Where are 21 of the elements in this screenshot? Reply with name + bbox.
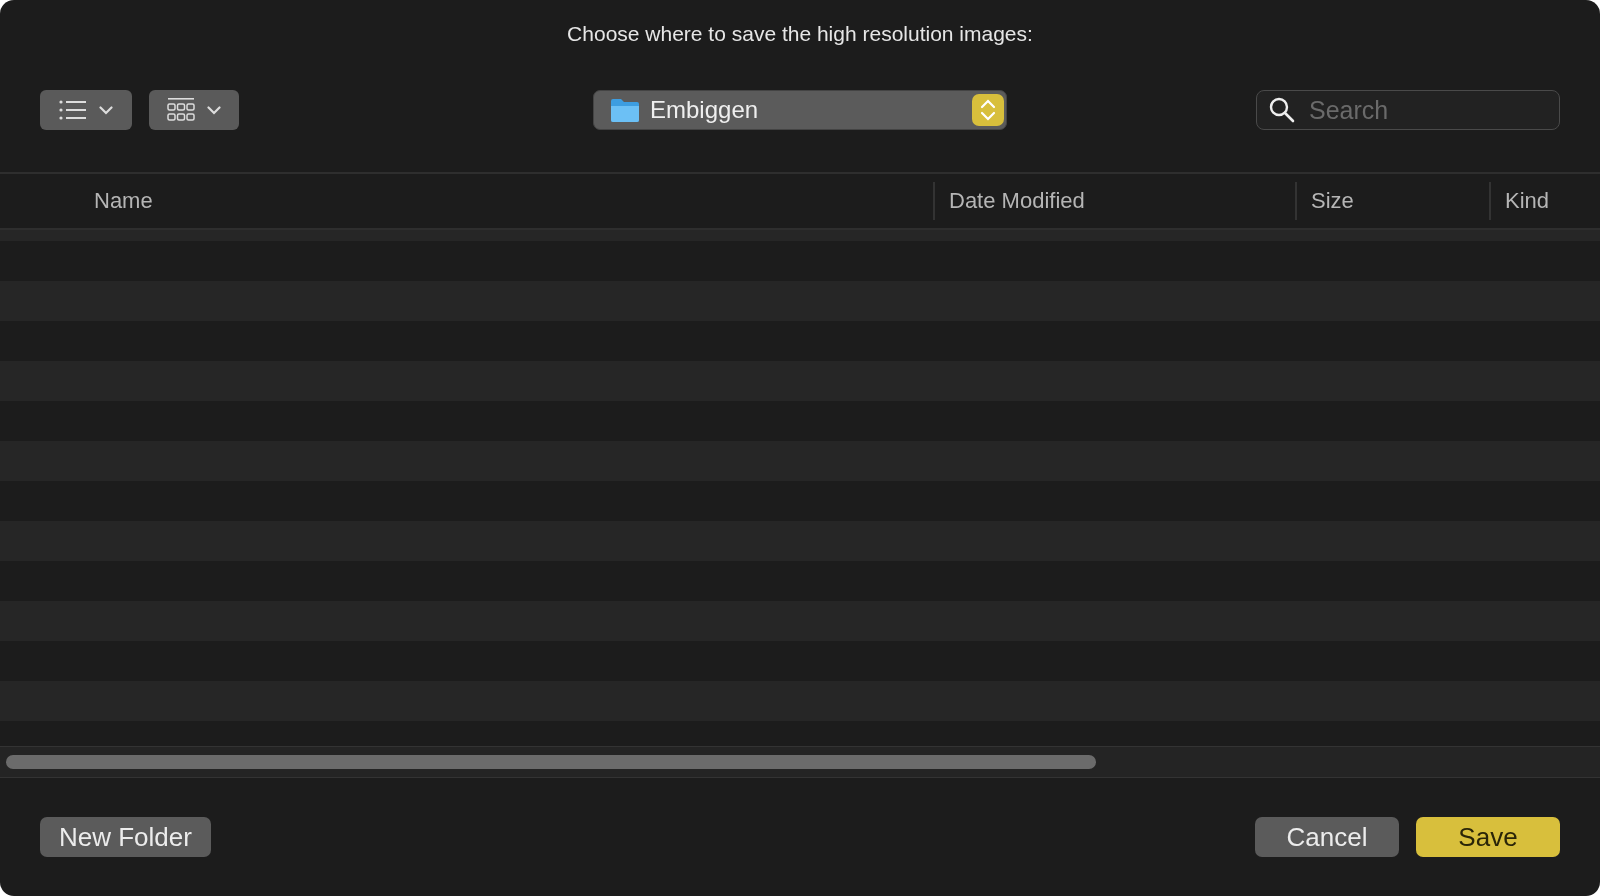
scroll-thumb[interactable] [6, 755, 1096, 769]
chevron-down-icon [99, 105, 113, 115]
chevron-down-icon [207, 105, 221, 115]
column-header[interactable]: Name [94, 188, 153, 214]
column-header[interactable]: Size [1311, 188, 1354, 214]
save-button[interactable]: Save [1416, 817, 1560, 857]
location-popup[interactable]: Embiggen [593, 90, 1007, 130]
search-input[interactable]: Search [1307, 94, 1531, 126]
cancel-button[interactable]: Cancel [1255, 817, 1399, 857]
stepper-icon [972, 94, 1004, 126]
dialog-title: Choose where to save the high resolution images: [567, 22, 1033, 45]
grid-icon [167, 97, 195, 123]
list-icon [59, 100, 87, 120]
search-icon [1269, 97, 1295, 123]
column-header[interactable]: Date Modified [949, 188, 1085, 214]
folder-icon [610, 97, 640, 123]
list-view-button[interactable] [40, 90, 132, 130]
search-field[interactable]: Search [1256, 90, 1560, 130]
column-header[interactable]: Kind [1505, 188, 1550, 214]
gallery-view-button[interactable] [149, 90, 239, 130]
new-folder-button[interactable]: New Folder [40, 817, 211, 857]
